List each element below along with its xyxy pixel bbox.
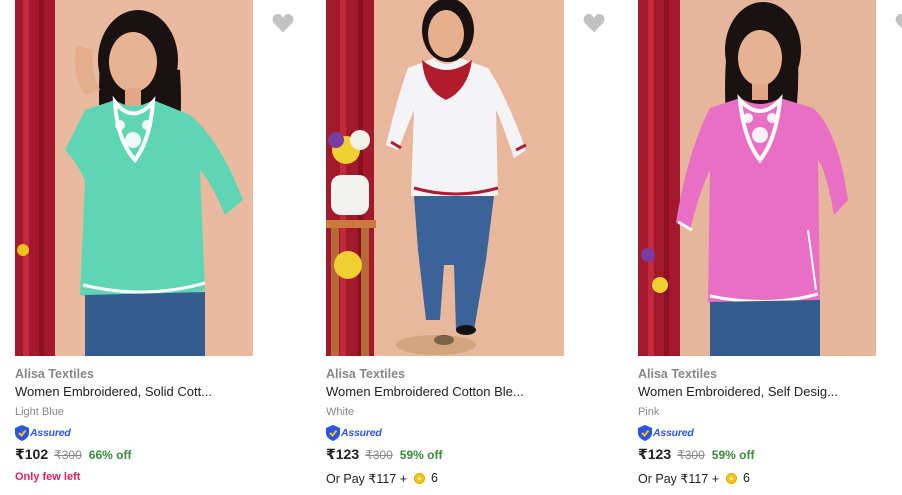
product-card[interactable]: Alisa Textiles Women Embroidered, Solid … [0,0,295,495]
pay-prefix: Or Pay ₹117 + [326,471,408,486]
brand-name: Alisa Textiles [326,367,405,381]
assured-shield-icon [638,425,652,441]
discount: 59% off [711,448,755,462]
product-image[interactable] [326,0,564,356]
product-color: Pink [638,406,660,418]
product-title[interactable]: Women Embroidered Cotton Ble... [326,383,566,401]
assured-badge: Assured [326,424,596,442]
selling-price: ₹123 [326,446,360,462]
coin-pay-offer: Or Pay ₹117 + 6 [638,469,902,487]
product-image[interactable] [15,0,253,356]
price-row: ₹123 ₹300 59% off [638,446,902,466]
product-image[interactable] [638,0,876,356]
price-row: ₹102 ₹300 66% off [15,446,285,466]
discount: 66% off [88,448,132,462]
wishlist-heart-icon[interactable] [270,10,296,36]
wishlist-heart-icon[interactable] [893,10,902,36]
supercoin-icon [414,472,426,484]
brand-name: Alisa Textiles [638,367,717,381]
supercoin-icon [726,472,738,484]
product-card[interactable]: Alisa Textiles Women Embroidered Cotton … [311,0,606,495]
assured-badge: Assured [638,424,902,442]
price-row: ₹123 ₹300 59% off [326,446,596,466]
product-color: White [326,406,355,418]
pay-prefix: Or Pay ₹117 + [638,471,720,486]
product-title[interactable]: Women Embroidered, Solid Cott... [15,383,255,401]
stock-status: Only few left [15,471,81,483]
coin-pay-offer: Or Pay ₹117 + 6 [326,469,596,487]
selling-price: ₹102 [15,446,49,462]
coin-count: 6 [743,471,750,485]
mrp: ₹300 [677,448,705,462]
selling-price: ₹123 [638,446,672,462]
assured-badge: Assured [15,424,285,442]
coin-count: 6 [431,471,438,485]
product-card[interactable]: Alisa Textiles Women Embroidered, Self D… [623,0,902,495]
product-color: Light Blue [15,406,64,418]
brand-name: Alisa Textiles [15,367,94,381]
mrp: ₹300 [54,448,82,462]
assured-shield-icon [326,425,340,441]
assured-shield-icon [15,425,29,441]
wishlist-heart-icon[interactable] [581,10,607,36]
product-title[interactable]: Women Embroidered, Self Desig... [638,383,878,401]
discount: 59% off [399,448,443,462]
mrp: ₹300 [365,448,393,462]
